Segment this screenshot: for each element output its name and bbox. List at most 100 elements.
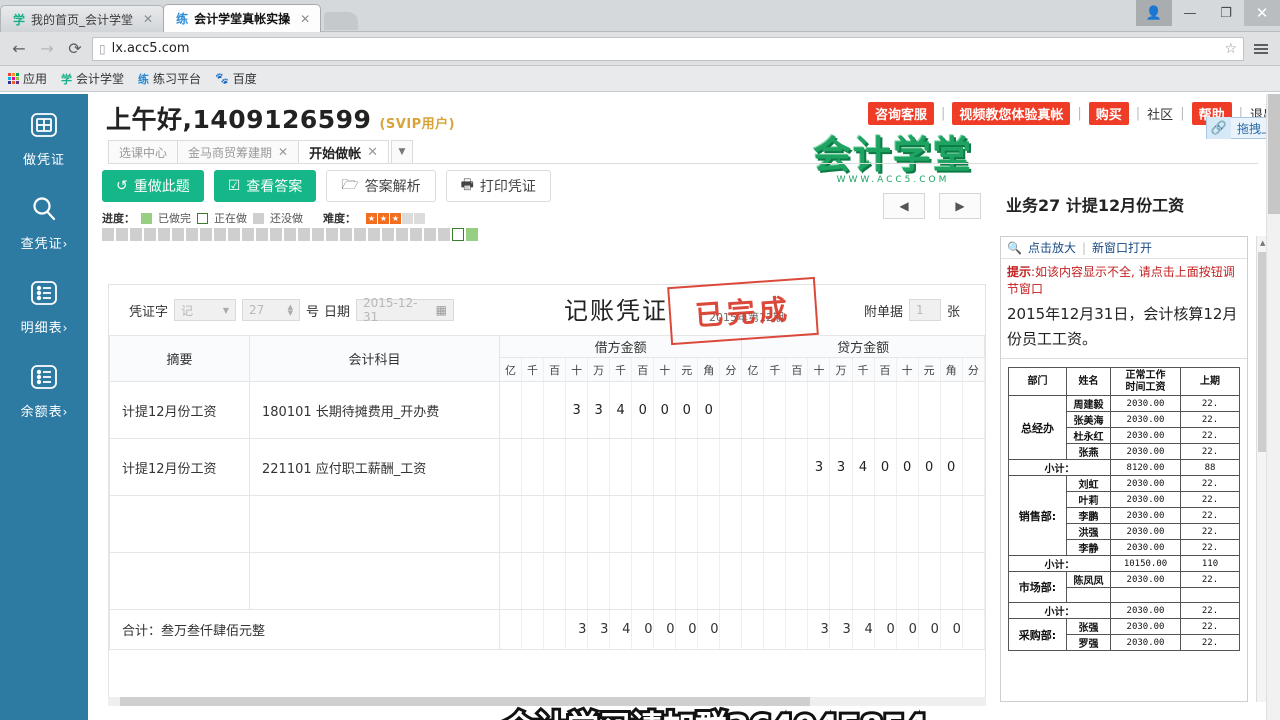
voucher-credit-digit-cell[interactable] — [895, 381, 919, 439]
voucher-credit-digit-cell[interactable] — [895, 552, 919, 610]
voucher-summary-cell[interactable] — [109, 552, 250, 610]
voucher-debit-digit-cell[interactable] — [697, 438, 721, 496]
zoom-label[interactable]: 点击放大 — [1028, 239, 1076, 256]
voucher-debit-digit-cell[interactable] — [631, 552, 655, 610]
voucher-debit-digit-cell[interactable] — [675, 495, 699, 553]
voucher-credit-digit-cell[interactable] — [763, 381, 787, 439]
progress-cell[interactable] — [214, 228, 226, 241]
forward-icon[interactable]: → — [36, 38, 58, 60]
attachment-input[interactable]: 1 — [909, 299, 942, 321]
voucher-credit-digit-cell[interactable]: 3 — [807, 438, 831, 496]
voucher-debit-digit-cell[interactable] — [543, 495, 567, 553]
voucher-debit-digit-cell[interactable] — [587, 552, 611, 610]
voucher-credit-digit-cell[interactable] — [741, 552, 765, 610]
voucher-credit-digit-cell[interactable] — [961, 438, 986, 496]
voucher-debit-digit-cell[interactable] — [675, 552, 699, 610]
prev-question-button[interactable]: ◀ — [883, 193, 925, 219]
voucher-account-cell[interactable]: 221101 应付职工薪酬_工资 — [249, 438, 500, 496]
zoom-in-icon[interactable]: 🔍 — [1007, 241, 1022, 255]
voucher-credit-digit-cell[interactable]: 4 — [851, 438, 875, 496]
browser-tab-1[interactable]: 学 我的首页_会计学堂 ✕ — [0, 5, 165, 32]
progress-cell[interactable] — [172, 228, 184, 241]
voucher-date-input[interactable]: 2015-12-31 ▦ — [356, 296, 455, 324]
voucher-credit-digit-cell[interactable] — [807, 552, 831, 610]
sidebar-item-balance-table[interactable]: 余额表› — [0, 346, 88, 430]
voucher-debit-digit-cell[interactable] — [697, 495, 721, 553]
view-answer-button[interactable]: ☑ 查看答案 — [213, 170, 317, 202]
progress-cell[interactable] — [382, 228, 394, 241]
voucher-credit-digit-cell[interactable]: 0 — [873, 438, 897, 496]
browser-tab-2[interactable]: 练 会计学堂真帐实操 ✕ — [163, 4, 322, 32]
progress-cell[interactable] — [200, 228, 212, 241]
voucher-debit-digit-cell[interactable] — [587, 495, 611, 553]
voucher-credit-digit-cell[interactable]: 3 — [829, 438, 853, 496]
voucher-debit-digit-cell[interactable] — [521, 552, 545, 610]
voucher-summary-cell[interactable] — [109, 495, 250, 553]
progress-cell[interactable] — [102, 228, 114, 241]
progress-cell[interactable] — [396, 228, 408, 241]
voucher-debit-digit-cell[interactable] — [719, 438, 743, 496]
scroll-up-icon[interactable]: ▲ — [1260, 239, 1265, 247]
reload-icon[interactable]: ⟳ — [64, 38, 86, 60]
answer-analysis-button[interactable]: 🗁 答案解析 — [326, 170, 436, 202]
voucher-credit-digit-cell[interactable] — [873, 381, 897, 439]
voucher-account-cell[interactable]: 180101 长期待摊费用_开办费 — [249, 381, 500, 439]
tab-start-bookkeeping[interactable]: 开始做帐 ✕ — [298, 140, 390, 164]
voucher-debit-digit-cell[interactable] — [653, 495, 677, 553]
voucher-credit-digit-cell[interactable] — [917, 495, 941, 553]
bookmark-baidu[interactable]: 🐾 百度 — [215, 70, 257, 87]
voucher-debit-digit-cell[interactable] — [609, 438, 633, 496]
voucher-debit-digit-cell[interactable] — [521, 438, 545, 496]
voucher-credit-digit-cell[interactable] — [829, 552, 853, 610]
bookmark-acc5[interactable]: 学 会计学堂 — [61, 70, 124, 87]
table-row[interactable]: 计提12月份工资 221101 应付职工薪酬_工资 3 3 4 0 0 0 0 — [109, 438, 986, 496]
progress-cell[interactable] — [130, 228, 142, 241]
voucher-debit-digit-cell[interactable] — [609, 495, 633, 553]
progress-cell[interactable] — [438, 228, 450, 241]
voucher-credit-digit-cell[interactable] — [807, 381, 831, 439]
voucher-debit-digit-cell[interactable]: 4 — [609, 381, 633, 439]
voucher-debit-digit-cell[interactable]: 3 — [587, 381, 611, 439]
sidebar-item-make-voucher[interactable]: 做凭证 — [0, 94, 88, 178]
progress-cell[interactable] — [242, 228, 254, 241]
voucher-credit-digit-cell[interactable] — [785, 381, 809, 439]
progress-cell[interactable] — [256, 228, 268, 241]
progress-cell[interactable] — [228, 228, 240, 241]
voucher-credit-digit-cell[interactable] — [785, 552, 809, 610]
voucher-summary-cell[interactable]: 计提12月份工资 — [109, 381, 250, 439]
minimize-button[interactable]: — — [1172, 0, 1208, 26]
voucher-credit-digit-cell[interactable]: 0 — [939, 438, 963, 496]
tab-jinma-setup[interactable]: 金马商贸筹建期 ✕ — [177, 140, 300, 164]
page-vertical-scrollbar[interactable] — [1266, 94, 1280, 720]
voucher-credit-digit-cell[interactable] — [873, 495, 897, 553]
table-row[interactable] — [109, 552, 986, 610]
scrollbar-thumb[interactable] — [1268, 94, 1280, 214]
progress-cell[interactable] — [116, 228, 128, 241]
voucher-debit-digit-cell[interactable] — [565, 552, 589, 610]
tab-close-icon[interactable]: ✕ — [367, 145, 378, 160]
progress-cell[interactable] — [284, 228, 296, 241]
tab-course-center[interactable]: 选课中心 — [108, 140, 179, 164]
address-bar[interactable]: ▯ lx.acc5.com ☆ — [92, 36, 1244, 61]
bookmark-star-icon[interactable]: ☆ — [1224, 41, 1237, 57]
voucher-debit-digit-cell[interactable] — [609, 552, 633, 610]
voucher-debit-digit-cell[interactable] — [653, 552, 677, 610]
voucher-credit-digit-cell[interactable] — [829, 495, 853, 553]
progress-cell[interactable] — [410, 228, 422, 241]
profile-icon[interactable]: 👤 — [1136, 0, 1172, 26]
sidebar-item-query-voucher[interactable]: 查凭证› — [0, 178, 88, 262]
progress-cell[interactable] — [368, 228, 380, 241]
redo-question-button[interactable]: ↺ 重做此题 — [102, 170, 204, 202]
voucher-credit-digit-cell[interactable] — [829, 381, 853, 439]
voucher-credit-digit-cell[interactable] — [741, 438, 765, 496]
progress-cell[interactable] — [312, 228, 324, 241]
voucher-credit-digit-cell[interactable] — [763, 495, 787, 553]
voucher-debit-digit-cell[interactable] — [719, 381, 743, 439]
voucher-word-select[interactable]: 记 ▼ — [174, 299, 237, 321]
voucher-credit-digit-cell[interactable] — [763, 438, 787, 496]
link-purchase[interactable]: 购买 — [1088, 102, 1129, 125]
voucher-credit-digit-cell[interactable]: 0 — [917, 438, 941, 496]
voucher-debit-digit-cell[interactable]: 0 — [697, 381, 721, 439]
voucher-summary-cell[interactable]: 计提12月份工资 — [109, 438, 250, 496]
next-question-button[interactable]: ▶ — [939, 193, 981, 219]
